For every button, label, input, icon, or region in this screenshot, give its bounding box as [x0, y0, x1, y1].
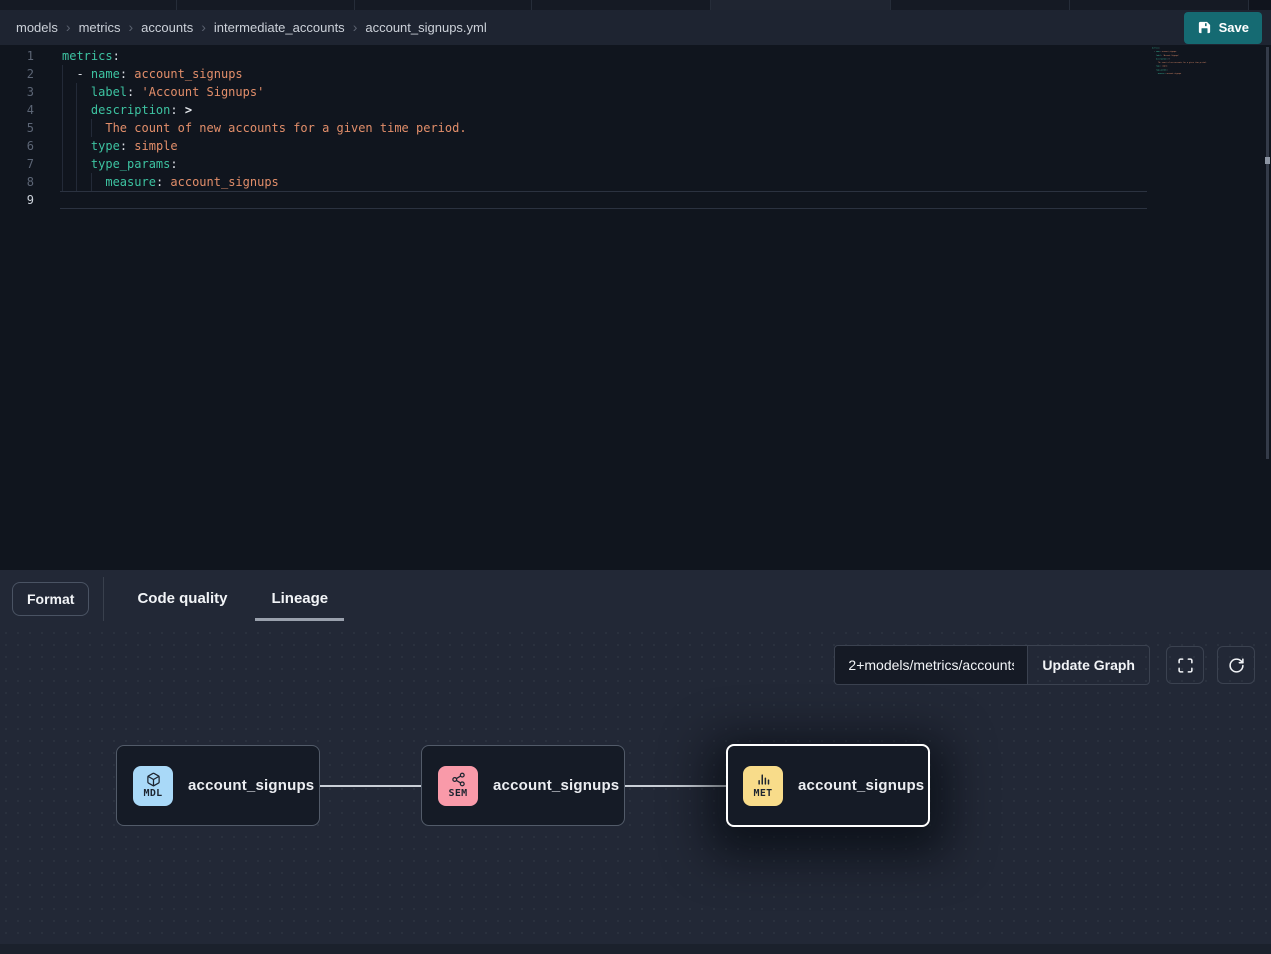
bottom-strip	[0, 944, 1271, 954]
current-line-highlight	[60, 191, 1147, 209]
breadcrumb-item[interactable]: intermediate_accounts	[214, 20, 345, 35]
chevron-right-icon: ›	[353, 20, 358, 36]
code-line: 4 description: >	[0, 101, 1271, 119]
scrollbar-marker	[1265, 157, 1270, 164]
file-tab[interactable]	[532, 0, 711, 10]
node-badge-label: MET	[754, 788, 773, 799]
line-number: 5	[0, 119, 40, 137]
lineage-canvas[interactable]: Update Graph MDL account_signups SEM accoun…	[0, 627, 1271, 944]
file-tab[interactable]	[177, 0, 355, 10]
file-tab[interactable]	[1070, 0, 1249, 10]
node-label: account_signups	[188, 777, 314, 794]
selector-group: Update Graph	[834, 645, 1150, 685]
minimap[interactable]: metrics: - name: account_signups label: …	[1152, 47, 1256, 137]
line-number: 7	[0, 155, 40, 173]
semantic-model-icon	[451, 772, 466, 787]
code-line: 8 measure: account_signups	[0, 173, 1271, 191]
yaml-code-editor[interactable]: 1metrics:2 - name: account_signups3 labe…	[0, 45, 1271, 570]
lineage-selector-input[interactable]	[835, 646, 1027, 684]
code-line: 6 type: simple	[0, 137, 1271, 155]
lineage-controls: Update Graph	[834, 645, 1255, 685]
tab-strip-spacer	[1249, 0, 1271, 10]
save-button-label: Save	[1219, 20, 1249, 35]
file-tab[interactable]	[891, 0, 1070, 10]
refresh-icon	[1228, 657, 1245, 674]
node-badge-label: SEM	[449, 788, 468, 799]
node-badge-label: MDL	[144, 788, 163, 799]
metric-chart-icon	[756, 772, 771, 787]
panel-tab-row: Format Code qualityLineage	[0, 570, 1271, 627]
breadcrumb: models › metrics › accounts › intermediate_acc…	[16, 20, 1184, 36]
node-type-badge: MET	[743, 766, 783, 806]
floppy-disk-icon	[1197, 20, 1212, 35]
node-type-badge: MDL	[133, 766, 173, 806]
line-number: 6	[0, 137, 40, 155]
window-tab-strip	[0, 0, 1271, 10]
line-number: 1	[0, 47, 40, 65]
line-number: 9	[0, 191, 40, 209]
chevron-right-icon: ›	[128, 20, 133, 36]
lineage-edge	[320, 785, 421, 787]
code-line: 1metrics:	[0, 47, 1271, 65]
line-number: 4	[0, 101, 40, 119]
divider	[103, 577, 104, 621]
format-button[interactable]: Format	[12, 582, 89, 616]
breadcrumb-item[interactable]: models	[16, 20, 58, 35]
lineage-node-met[interactable]: MET account_signups	[726, 744, 930, 827]
fullscreen-icon	[1177, 657, 1194, 674]
line-number: 2	[0, 65, 40, 83]
chevron-right-icon: ›	[66, 20, 71, 36]
breadcrumb-item[interactable]: account_signups.yml	[365, 20, 486, 35]
editor-scrollbar[interactable]	[1266, 47, 1269, 459]
lineage-node-mdl[interactable]: MDL account_signups	[116, 745, 320, 826]
save-button[interactable]: Save	[1184, 12, 1262, 44]
tab-lineage[interactable]: Lineage	[255, 570, 344, 627]
code-line: 5 The count of new accounts for a given …	[0, 119, 1271, 137]
lineage-edge	[625, 785, 726, 787]
panel-tabs: Code qualityLineage	[121, 570, 344, 627]
refresh-button[interactable]	[1217, 646, 1255, 684]
node-label: account_signups	[798, 777, 924, 794]
chevron-right-icon: ›	[201, 20, 206, 36]
file-tab[interactable]	[355, 0, 532, 10]
code-line: 3 label: 'Account Signups'	[0, 83, 1271, 101]
bottom-panel: Format Code qualityLineage Update Graph	[0, 570, 1271, 954]
model-cube-icon	[146, 772, 161, 787]
breadcrumb-item[interactable]: accounts	[141, 20, 193, 35]
breadcrumb-bar: models › metrics › accounts › intermediate_acc…	[0, 10, 1271, 45]
node-label: account_signups	[493, 777, 619, 794]
line-number: 8	[0, 173, 40, 191]
fullscreen-button[interactable]	[1166, 646, 1204, 684]
node-type-badge: SEM	[438, 766, 478, 806]
update-graph-button[interactable]: Update Graph	[1027, 646, 1149, 684]
code-line: 2 - name: account_signups	[0, 65, 1271, 83]
line-number: 3	[0, 83, 40, 101]
breadcrumb-item[interactable]: metrics	[79, 20, 121, 35]
code-line: 7 type_params:	[0, 155, 1271, 173]
file-tab[interactable]	[711, 0, 891, 10]
file-tab[interactable]	[0, 0, 177, 10]
lineage-node-sem[interactable]: SEM account_signups	[421, 745, 625, 826]
tab-code-quality[interactable]: Code quality	[121, 570, 243, 627]
